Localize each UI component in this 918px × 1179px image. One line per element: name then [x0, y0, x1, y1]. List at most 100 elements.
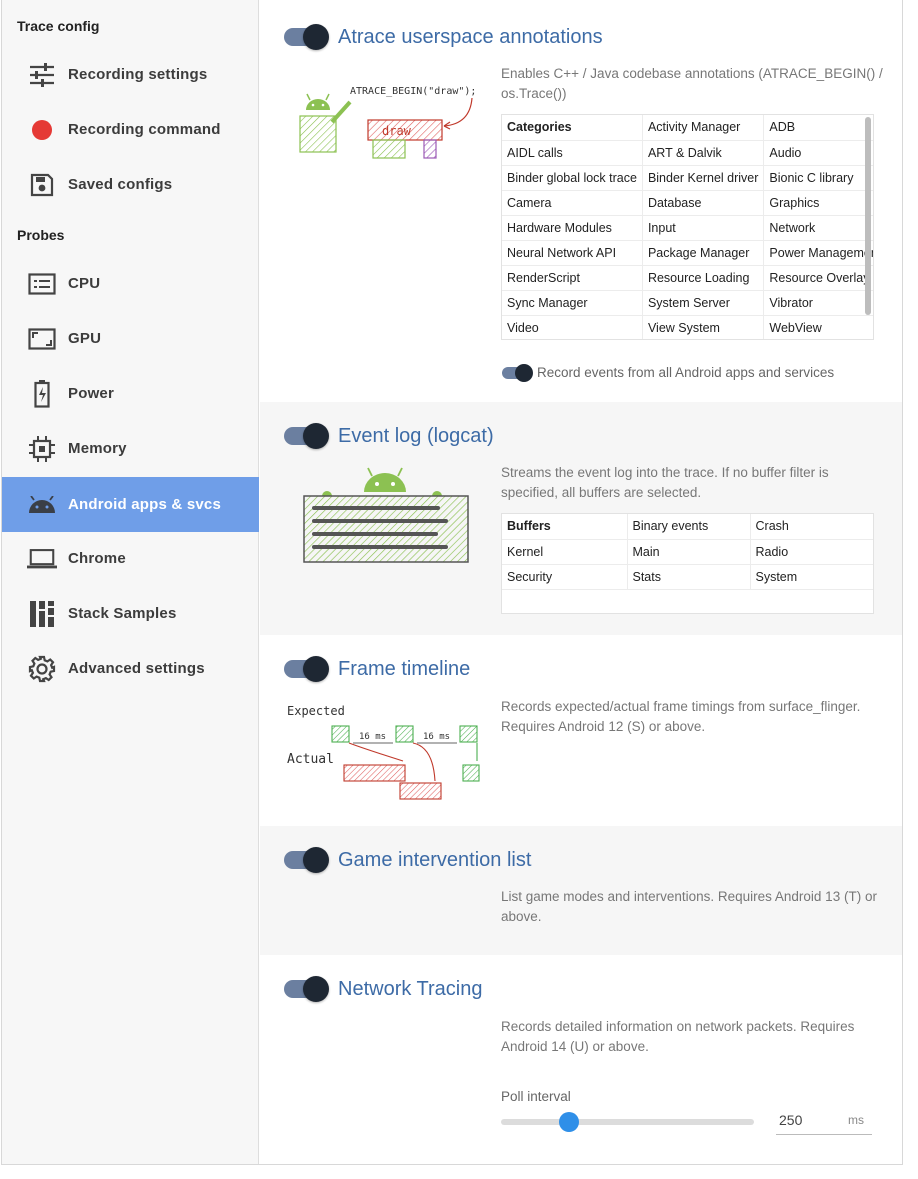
grid-option[interactable]: ADB: [763, 115, 873, 141]
grid-row: AIDL calls ART & Dalvik Audio: [502, 140, 873, 166]
logcat-header: Event log (logcat): [282, 423, 494, 449]
sidebar-item-recording-settings[interactable]: Recording settings: [2, 47, 259, 102]
logcat-illustration: [303, 467, 469, 563]
sidebar-item-label: CPU: [68, 275, 101, 292]
grid-option[interactable]: Crash: [749, 514, 873, 540]
frame-illus-ms-1: 16 ms: [359, 732, 386, 742]
frame-timeline-description: Records expected/actual frame timings fr…: [501, 699, 861, 734]
sidebar-item-recording-command[interactable]: Recording command: [2, 102, 259, 157]
grid-option[interactable]: Power Management: [763, 240, 873, 266]
game-intervention-description: List game modes and interventions. Requi…: [501, 889, 877, 924]
save-icon: [27, 170, 57, 200]
grid-option[interactable]: Main: [626, 539, 750, 565]
sidebar-item-label: Android apps & svcs: [68, 496, 222, 513]
game-intervention-header: Game intervention list: [282, 847, 531, 873]
grid-option[interactable]: System: [749, 564, 873, 590]
grid-option[interactable]: Activity Manager: [641, 115, 764, 141]
sidebar-item-saved-configs[interactable]: Saved configs: [2, 157, 259, 212]
app-window: Trace config Recording settings Recordin…: [1, 0, 903, 1165]
sidebar-item-gpu[interactable]: GPU: [2, 311, 259, 366]
grid-row: Video View System WebView: [502, 315, 873, 339]
grid-option[interactable]: Sync Manager: [502, 290, 643, 316]
memory-chip-icon: [27, 434, 57, 464]
frame-illus-ms-2: 16 ms: [423, 732, 450, 742]
stack-samples-icon: [27, 599, 57, 629]
grid-option[interactable]: Resource Loading: [641, 265, 764, 291]
sidebar-item-label: GPU: [68, 330, 102, 347]
grid-option[interactable]: Input: [641, 215, 764, 241]
grid-option[interactable]: ART & Dalvik: [641, 140, 764, 166]
logcat-toggle[interactable]: [282, 423, 330, 449]
frame-timeline-section: Frame timeline Expected Actual 16 ms 16 …: [260, 635, 902, 826]
sidebar-item-power[interactable]: Power: [2, 366, 259, 421]
game-intervention-section: Game intervention list List game modes a…: [260, 826, 902, 955]
grid-option[interactable]: Kernel: [502, 539, 627, 565]
section-title: Frame timeline: [338, 657, 471, 680]
grid-option[interactable]: Hardware Modules: [502, 215, 643, 241]
atrace-header: Atrace userspace annotations: [282, 24, 603, 50]
grid-option[interactable]: Network: [763, 215, 873, 241]
atrace-toggle[interactable]: [282, 24, 330, 50]
sidebar-item-chrome[interactable]: Chrome: [2, 531, 259, 586]
grid-row: Sync Manager System Server Vibrator: [502, 290, 873, 316]
grid-option[interactable]: RenderScript: [502, 265, 643, 291]
grid-option[interactable]: Camera: [502, 190, 643, 216]
sidebar-item-cpu[interactable]: CPU: [2, 256, 259, 311]
frame-illus-expected: Expected: [287, 704, 345, 718]
grid-option[interactable]: Radio: [749, 539, 873, 565]
grid-row: Security Stats System: [502, 564, 873, 590]
sidebar-item-label: Power: [68, 385, 115, 402]
grid-option[interactable]: System Server: [641, 290, 764, 316]
logcat-description: Streams the event log into the trace. If…: [501, 465, 829, 500]
atrace-illus-word: draw: [382, 124, 412, 138]
grid-row: Hardware Modules Input Network: [502, 215, 873, 241]
poll-interval-slider-track[interactable]: [501, 1119, 754, 1125]
logcat-section: Event log (logcat) Streams the event log…: [260, 402, 902, 635]
sidebar-item-label: Recording settings: [68, 66, 208, 83]
grid-option[interactable]: Bionic C library: [763, 165, 873, 191]
grid-row: RenderScript Resource Loading Resource Ove…: [502, 265, 873, 291]
grid-option[interactable]: Neural Network API: [502, 240, 643, 266]
poll-interval-slider-thumb[interactable]: [559, 1112, 580, 1132]
grid-option[interactable]: AIDL calls: [502, 140, 643, 166]
grid-option[interactable]: Vibrator: [763, 290, 873, 316]
sidebar-item-advanced-settings[interactable]: Advanced settings: [2, 641, 259, 696]
network-tracing-toggle[interactable]: [282, 976, 330, 1002]
grid-row: Categories Activity Manager ADB: [502, 115, 873, 141]
grid-option[interactable]: Audio: [763, 140, 873, 166]
grid-option[interactable]: Stats: [626, 564, 750, 590]
grid-header: Categories: [502, 115, 643, 141]
grid-option[interactable]: View System: [641, 315, 764, 339]
all-apps-toggle[interactable]: [502, 364, 536, 382]
grid-option[interactable]: Package Manager: [641, 240, 764, 266]
atrace-categories-grid: Categories Activity Manager ADB AIDL calls A…: [501, 114, 874, 340]
atrace-scrollbar[interactable]: [865, 117, 871, 315]
section-title: Atrace userspace annotations: [338, 25, 603, 48]
grid-option[interactable]: WebView: [763, 315, 873, 339]
grid-option[interactable]: Database: [641, 190, 764, 216]
android-icon: [27, 490, 57, 520]
frame-timeline-toggle[interactable]: [282, 656, 330, 682]
gear-icon: [27, 654, 57, 684]
tune-icon: [27, 60, 57, 90]
battery-icon: [27, 379, 57, 409]
game-intervention-toggle[interactable]: [282, 847, 330, 873]
sidebar-section-probes: Probes: [17, 227, 65, 243]
sidebar-item-label: Memory: [68, 440, 127, 457]
network-tracing-section: Network Tracing Records detailed informa…: [260, 955, 902, 1164]
sidebar-section-trace-config: Trace config: [17, 18, 100, 34]
grid-option[interactable]: Binder Kernel driver: [641, 165, 764, 191]
sidebar-item-android-apps[interactable]: Android apps & svcs: [2, 477, 259, 532]
grid-option[interactable]: Binary events: [626, 514, 750, 540]
grid-row: Binder global lock trace Binder Kernel dr…: [502, 165, 873, 191]
grid-header: Buffers: [502, 514, 627, 540]
grid-option[interactable]: Binder global lock trace: [502, 165, 643, 191]
sidebar-item-stack-samples[interactable]: Stack Samples: [2, 586, 259, 641]
all-apps-label: Record events from all Android apps and …: [537, 365, 835, 380]
grid-option[interactable]: Resource Overlay: [763, 265, 873, 291]
sidebar-item-memory[interactable]: Memory: [2, 421, 259, 476]
grid-option[interactable]: Graphics: [763, 190, 873, 216]
grid-option[interactable]: Video: [502, 315, 643, 339]
record-dot-icon: [27, 115, 57, 145]
grid-option[interactable]: Security: [502, 564, 627, 590]
